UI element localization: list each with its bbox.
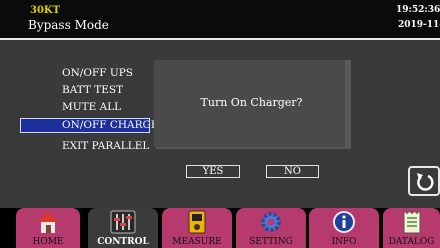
tab-label: CONTROL — [97, 237, 149, 247]
info-icon — [333, 211, 355, 233]
gear-icon — [261, 212, 281, 232]
bottom-nav: HOME CONTROL MEASURE SETTING INFO DATALO… — [0, 208, 440, 248]
home-icon — [37, 212, 59, 233]
clock-time: 19:52:36 — [396, 5, 440, 15]
tab-setting[interactable]: SETTING — [236, 208, 306, 248]
menu-item-on-off-charger[interactable]: ON/OFF CHARGER — [20, 118, 167, 133]
menu-item-exit-parallel[interactable]: EXIT PARALLEL — [20, 139, 150, 154]
dialog-message: Turn On Charger? — [200, 96, 303, 109]
confirm-dialog: Turn On Charger? — [154, 60, 349, 147]
tab-label: SETTING — [249, 237, 293, 247]
notepad-icon — [403, 211, 420, 234]
menu-item-batt-test[interactable]: BATT TEST — [20, 83, 150, 98]
model-name: 30KT — [30, 5, 61, 16]
tab-measure[interactable]: MEASURE — [162, 208, 232, 248]
tab-label: DATALOG — [388, 237, 435, 247]
status-header: 30KT Bypass Mode 19:52:36 2019-11-0 — [0, 0, 440, 38]
menu-item-mute-all[interactable]: MUTE ALL — [20, 100, 150, 115]
meter-icon — [188, 210, 206, 234]
tab-label: INFO — [331, 237, 357, 247]
tab-datalog[interactable]: DATALOG — [383, 208, 440, 248]
tab-info[interactable]: INFO — [309, 208, 379, 248]
operating-mode: Bypass Mode — [28, 18, 109, 32]
dialog-edge — [345, 60, 351, 147]
tab-label: MEASURE — [172, 237, 222, 247]
tab-label: HOME — [32, 237, 64, 247]
back-button[interactable] — [408, 166, 440, 196]
yes-button[interactable]: YES — [186, 165, 240, 178]
menu-item-on-off-ups[interactable]: ON/OFF UPS — [20, 66, 150, 81]
tab-control[interactable]: CONTROL — [88, 208, 158, 248]
back-arrow-icon — [417, 173, 434, 191]
tab-home[interactable]: HOME — [16, 208, 80, 248]
control-sliders-icon — [110, 210, 136, 234]
no-button[interactable]: NO — [266, 165, 319, 178]
clock-date: 2019-11-0 — [398, 20, 440, 30]
